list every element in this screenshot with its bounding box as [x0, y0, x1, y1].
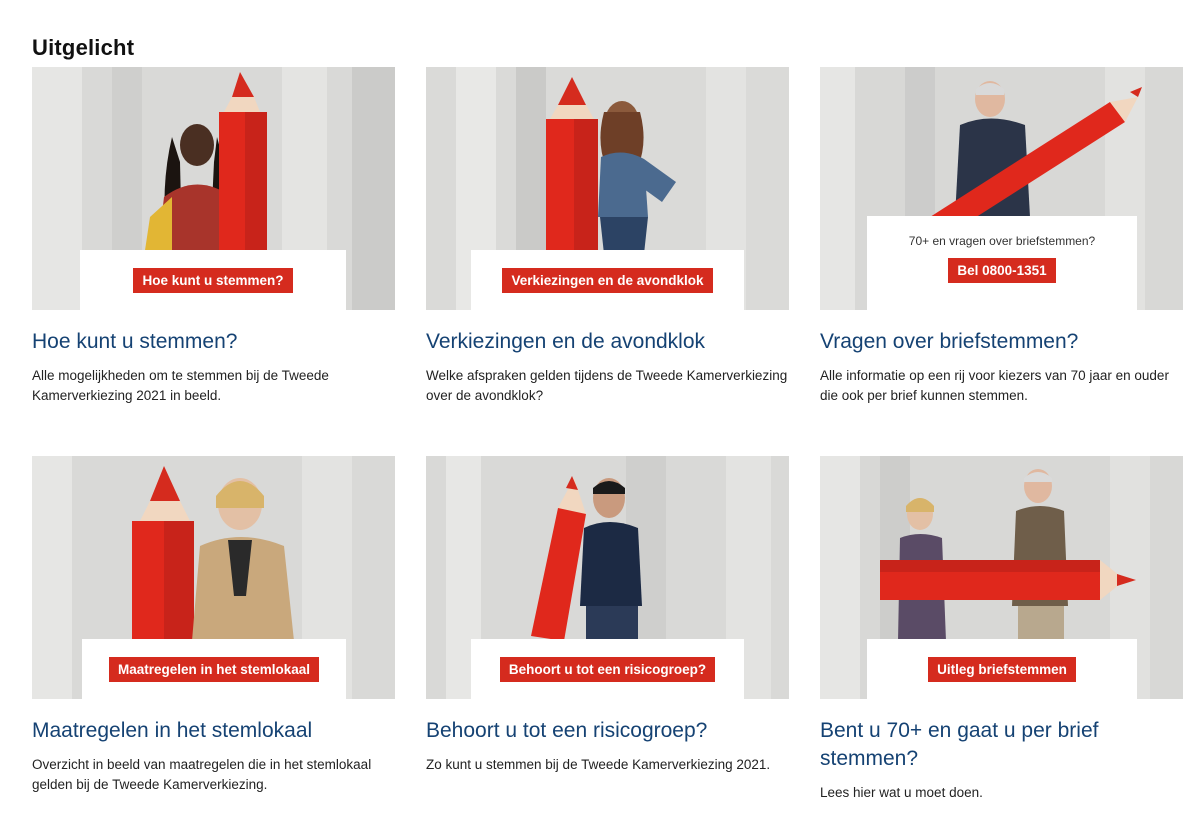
card-image[interactable]: Uitleg briefstemmen: [820, 456, 1183, 699]
card-image[interactable]: Maatregelen in het stemlokaal: [32, 456, 395, 699]
card-description: Overzicht in beeld van maatregelen die i…: [32, 757, 372, 792]
card-description: Lees hier wat u moet doen.: [820, 785, 983, 800]
image-overlay: Uitleg briefstemmen: [867, 639, 1137, 699]
card-headline-link[interactable]: Maatregelen in het stemlokaal: [32, 717, 395, 745]
card-image[interactable]: Behoort u tot een risicogroep?: [426, 456, 789, 699]
card-hoe-kunt-u-stemmen: Hoe kunt u stemmen? Hoe kunt u stemmen? …: [32, 67, 395, 420]
image-overlay: Hoe kunt u stemmen?: [80, 250, 346, 310]
section-title: Uitgelicht: [32, 35, 135, 61]
card-image[interactable]: Verkiezingen en de avondklok: [426, 67, 789, 310]
card-headline-link[interactable]: Vragen over briefstemmen?: [820, 328, 1183, 356]
card-headline-link[interactable]: Bent u 70+ en gaat u per brief stemmen?: [820, 717, 1183, 773]
image-tag: Uitleg briefstemmen: [928, 656, 1076, 682]
image-tag: Maatregelen in het stemlokaal: [108, 656, 320, 682]
card-headline-link[interactable]: Verkiezingen en de avondklok: [426, 328, 789, 356]
image-tag: Verkiezingen en de avondklok: [502, 267, 713, 293]
card-image[interactable]: 70+ en vragen over briefstemmen? Bel 080…: [820, 67, 1183, 310]
card-description: Alle mogelijkheden om te stemmen bij de …: [32, 368, 329, 403]
card-description: Zo kunt u stemmen bij de Tweede Kamerver…: [426, 757, 771, 772]
card-description: Alle informatie op een rij voor kiezers …: [820, 368, 1169, 403]
phone-tag[interactable]: Bel 0800-1351: [948, 258, 1056, 283]
image-overlay: Verkiezingen en de avondklok: [471, 250, 744, 310]
image-overlay: Behoort u tot een risicogroep?: [471, 639, 744, 699]
overlay-text: 70+ en vragen over briefstemmen?: [908, 234, 1096, 248]
card-headline-link[interactable]: Behoort u tot een risicogroep?: [426, 717, 789, 745]
card-verkiezingen-avondklok: Verkiezingen en de avondklok Verkiezinge…: [426, 67, 789, 420]
card-description: Welke afspraken gelden tijdens de Tweede…: [426, 368, 788, 403]
card-headline-link[interactable]: Hoe kunt u stemmen?: [32, 328, 395, 356]
card-vragen-briefstemmen: 70+ en vragen over briefstemmen? Bel 080…: [820, 67, 1183, 420]
image-overlay: 70+ en vragen over briefstemmen? Bel 080…: [867, 216, 1137, 310]
card-risicogroep: Behoort u tot een risicogroep? Behoort u…: [426, 456, 789, 789]
card-maatregelen-stemlokaal: Maatregelen in het stemlokaal Maatregele…: [32, 456, 395, 809]
card-image[interactable]: Hoe kunt u stemmen?: [32, 67, 395, 310]
image-tag: Hoe kunt u stemmen?: [133, 267, 293, 293]
image-tag: Behoort u tot een risicogroep?: [499, 656, 716, 682]
image-overlay: Maatregelen in het stemlokaal: [82, 639, 346, 699]
card-uitleg-briefstemmen: Uitleg briefstemmen Bent u 70+ en gaat u…: [820, 456, 1183, 817]
